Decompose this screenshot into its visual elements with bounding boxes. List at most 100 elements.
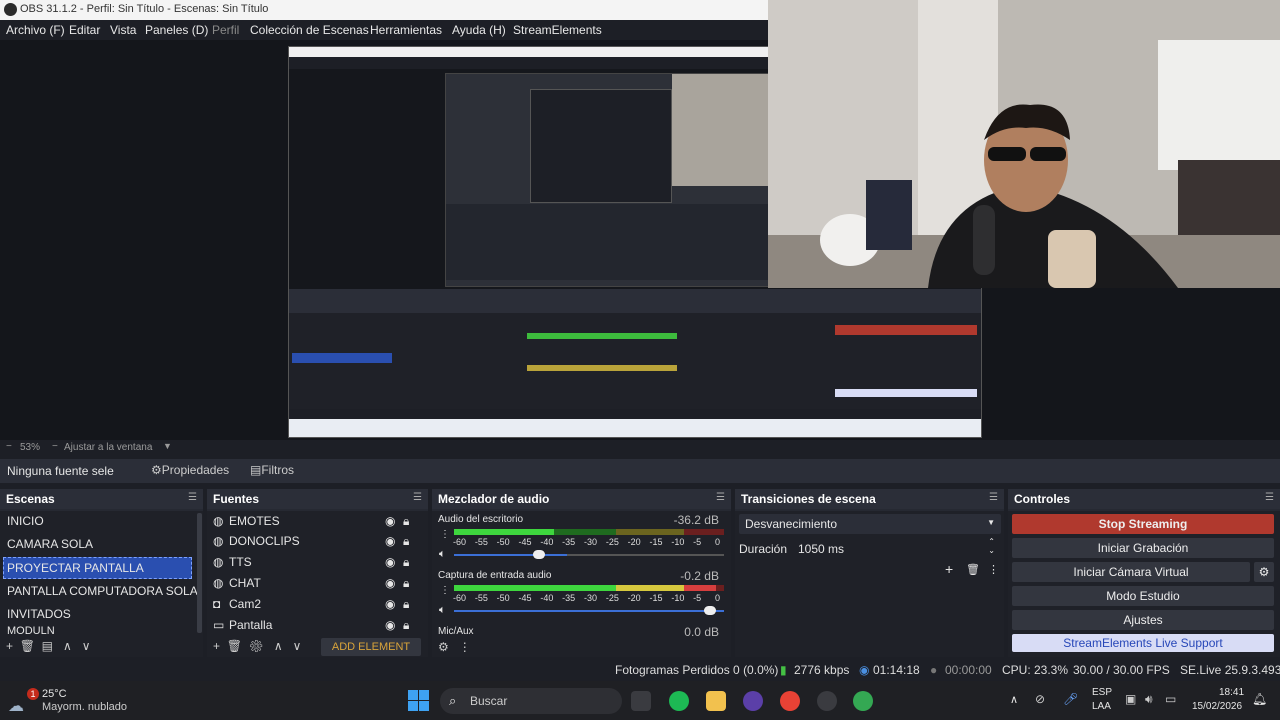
eye-icon[interactable]: ◉ (385, 597, 395, 611)
transition-select[interactable]: Desvanecimiento ▼ (739, 514, 1001, 534)
source-item[interactable]: ◍ DONOCLIPS ◉ 🔒︎ (207, 531, 422, 551)
lock-icon[interactable]: 🔒︎ (403, 576, 409, 591)
menu-streamelements[interactable]: StreamElements (513, 23, 602, 37)
menu-coleccion-escenas[interactable]: Colección de Escenas (250, 23, 369, 37)
chevron-down-icon[interactable]: ∨ (293, 639, 302, 653)
trash-icon[interactable]: 🗑 (227, 639, 242, 653)
zoom-out-icon[interactable]: − (6, 441, 12, 452)
dock-menu-icon[interactable]: ☰ (716, 492, 725, 503)
meter-menu-icon[interactable]: ⋮ (440, 529, 450, 540)
add-element-button[interactable]: ADD ELEMENT (321, 638, 421, 656)
dock-menu-icon[interactable]: ☰ (413, 492, 422, 503)
more-icon[interactable]: ⋮ (459, 640, 471, 654)
scene-item[interactable]: INVITADOS (0, 604, 197, 624)
scrollbar[interactable] (197, 513, 202, 633)
network-icon[interactable]: ▣ (1125, 692, 1136, 706)
add-icon[interactable]: + (6, 639, 13, 653)
start-virtual-camera-button[interactable]: Iniciar Cámara Virtual (1012, 562, 1250, 582)
menu-paneles[interactable]: Paneles (D) (145, 23, 208, 37)
volume-slider-handle[interactable] (533, 550, 545, 559)
duration-input[interactable]: 1050 ms ⌃ ⌄ (793, 537, 1001, 558)
menu-vista[interactable]: Vista (110, 23, 136, 37)
dock-menu-icon[interactable]: ☰ (188, 492, 197, 503)
add-icon[interactable]: + (945, 561, 953, 577)
scene-item-selected[interactable]: PROYECTAR PANTALLA (3, 557, 192, 579)
chrome-profile-icon[interactable] (853, 691, 873, 711)
webcam-source[interactable] (768, 0, 1280, 288)
taskbar-search[interactable]: ⌕ Buscar (440, 688, 622, 714)
obs-app-icon[interactable] (743, 691, 763, 711)
source-item[interactable]: ◍ TTS ◉ 🔒︎ (207, 552, 422, 572)
trash-icon[interactable]: 🗑 (966, 563, 980, 576)
more-icon[interactable]: ⋮ (988, 563, 999, 576)
task-view-icon[interactable] (631, 691, 651, 711)
eye-icon[interactable]: ◉ (385, 534, 395, 548)
chevron-up-icon[interactable]: ∧ (274, 639, 283, 653)
zoom-level[interactable]: 53% (20, 442, 40, 453)
menu-herramientas[interactable]: Herramientas (370, 23, 442, 37)
chevron-up-icon[interactable]: ∧ (63, 639, 72, 653)
scene-item[interactable]: CAMARA SOLA (0, 534, 197, 554)
lock-icon[interactable]: 🔒︎ (403, 555, 409, 570)
tray-icon[interactable]: ⊘ (1035, 692, 1045, 706)
clock-date[interactable]: 15/02/2026 (1192, 701, 1242, 712)
filters-button[interactable]: ▤Filtros (250, 463, 294, 477)
lock-icon[interactable]: 🔒︎ (403, 534, 409, 549)
lock-icon[interactable]: 🔒︎ (403, 618, 409, 633)
chrome-icon[interactable] (780, 691, 800, 711)
menu-ayuda[interactable]: Ayuda (H) (452, 23, 506, 37)
start-recording-button[interactable]: Iniciar Grabación (1012, 538, 1274, 558)
meter-menu-icon[interactable]: ⋮ (440, 585, 450, 596)
menu-editar[interactable]: Editar (69, 23, 100, 37)
scene-item[interactable]: MODULN (0, 625, 197, 635)
menu-perfil[interactable]: Perfil (212, 23, 239, 37)
source-item[interactable]: ▭ Pantalla ◉ 🔒︎ (207, 615, 422, 635)
volume-icon[interactable]: 🔈︎ (439, 604, 446, 617)
stepper-icon[interactable]: ⌃ ⌄ (988, 537, 995, 555)
settings-button[interactable]: Ajustes (1012, 610, 1274, 630)
lang-primary[interactable]: ESP (1092, 687, 1112, 698)
eye-icon[interactable]: ◉ (385, 555, 395, 569)
trash-icon[interactable]: 🗑 (20, 639, 35, 653)
battery-icon[interactable]: ▭ (1165, 692, 1176, 706)
mixer-settings-icon[interactable]: ⚙ (438, 640, 449, 654)
spotify-icon[interactable] (669, 691, 689, 711)
add-icon[interactable]: + (213, 639, 220, 653)
zoom-in-icon[interactable]: − (52, 441, 58, 452)
gear-icon[interactable]: ⚙ (249, 639, 264, 653)
filter-icon[interactable]: ▤ (42, 639, 53, 653)
source-item[interactable]: ◘ Cam2 ◉ 🔒︎ (207, 594, 422, 614)
live-support-button[interactable]: StreamElements Live Support (1012, 634, 1274, 652)
notification-bell-icon[interactable]: 🔔︎ (1252, 692, 1267, 706)
chevron-down-icon[interactable]: ▼ (163, 441, 172, 451)
eye-icon[interactable]: ◉ (385, 514, 395, 528)
lang-secondary[interactable]: LAA (1092, 701, 1111, 712)
clock-time[interactable]: 18:41 (1219, 687, 1244, 698)
dock-menu-icon[interactable]: ☰ (989, 492, 998, 503)
obs-studio-icon[interactable] (817, 691, 837, 711)
chevron-down-icon[interactable]: ∨ (82, 639, 91, 653)
scene-item[interactable]: INICIO (0, 511, 197, 531)
windows-start-icon[interactable] (408, 690, 430, 712)
properties-button[interactable]: ⚙Propiedades (151, 463, 229, 477)
microphone-icon[interactable]: 🎤︎ (1063, 692, 1078, 706)
scene-item[interactable]: PANTALLA COMPUTADORA SOLA (0, 581, 198, 601)
studio-mode-button[interactable]: Modo Estudio (1012, 586, 1274, 606)
weather-widget[interactable]: ☁ 1 25°C Mayorm. nublado (8, 688, 128, 716)
volume-slider-handle[interactable] (704, 606, 716, 615)
chevron-up-icon[interactable]: ∧ (1010, 693, 1018, 706)
eye-icon[interactable]: ◉ (385, 618, 395, 632)
menu-archivo[interactable]: Archivo (F) (6, 23, 65, 37)
source-item[interactable]: ◍ CHAT ◉ 🔒︎ (207, 573, 422, 593)
source-item[interactable]: ◍ EMOTES ◉ 🔒︎ (207, 511, 422, 531)
lock-icon[interactable]: 🔒︎ (403, 514, 409, 529)
eye-icon[interactable]: ◉ (385, 576, 395, 590)
dock-menu-icon[interactable]: ☰ (1265, 492, 1274, 503)
zoom-fit-label[interactable]: Ajustar a la ventana (64, 442, 152, 453)
volume-slider[interactable] (454, 610, 724, 612)
file-explorer-icon[interactable] (706, 691, 726, 711)
stop-streaming-button[interactable]: Stop Streaming (1012, 514, 1274, 534)
virtual-camera-settings-button[interactable]: ⚙ (1254, 562, 1274, 582)
volume-icon[interactable]: 🔈︎ (439, 548, 446, 561)
lock-icon[interactable]: 🔒︎ (403, 597, 409, 612)
